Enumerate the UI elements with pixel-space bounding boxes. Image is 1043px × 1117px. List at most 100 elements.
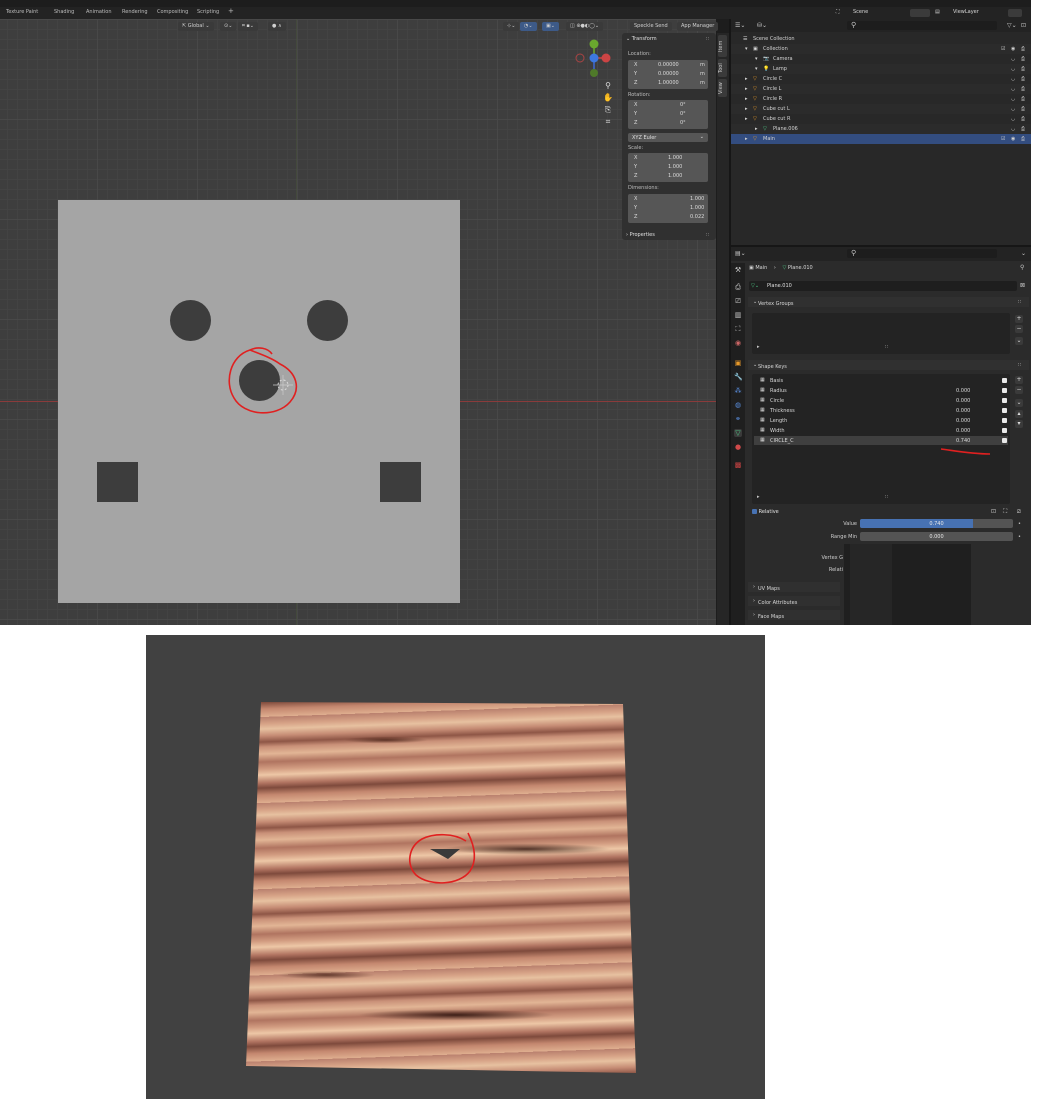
scale-x-row[interactable]: X 1.000 — [628, 154, 708, 163]
viewport-gizmo-toggle[interactable]: ⊹⌄ — [503, 22, 520, 31]
edit-mode-icon[interactable]: ⊡ — [991, 508, 996, 515]
visibility-toggles[interactable]: ◡ ⎙ — [1011, 86, 1027, 92]
outliner-row[interactable]: ▸ ▽ Cube cut R ◡ ⎙ — [731, 114, 1031, 124]
workspace-tab[interactable]: Compositing — [157, 9, 188, 15]
visibility-toggles[interactable]: ◡ ⎙ — [1011, 106, 1027, 112]
location-z-row[interactable]: Z 1.00000 m — [628, 79, 708, 88]
expand-toggle-icon[interactable]: ▸ — [745, 86, 748, 92]
square-hole-right[interactable] — [380, 462, 421, 502]
add-shape-key-button[interactable]: + — [1015, 376, 1023, 384]
outliner-row[interactable]: ▸ ▽ Circle R ◡ ⎙ — [731, 94, 1031, 104]
pivot-dropdown[interactable]: ⊙⌄ — [220, 22, 237, 31]
speckle-send-button[interactable]: Speckle Send — [630, 22, 672, 31]
resize-handle[interactable]: ▸ — [757, 494, 760, 500]
navigation-gizmo[interactable] — [570, 36, 620, 84]
view-layer-tab-icon[interactable]: ▥ — [734, 311, 742, 319]
shape-keys-list[interactable]: ▦ Basis ▦ Radius 0.000 ▦ Circle 0.000 ▦ Thickness… — [752, 374, 1010, 504]
shape-key-mute-checkbox[interactable] — [1002, 388, 1007, 393]
workspace-tab[interactable]: Rendering — [122, 9, 148, 15]
visibility-toggles[interactable]: ◡ ⎙ — [1011, 66, 1027, 72]
add-workspace-button[interactable]: + — [228, 7, 234, 15]
pin-icon[interactable]: ⚲ — [1020, 264, 1024, 271]
shape-key-mute-checkbox[interactable] — [1002, 418, 1007, 423]
object-tab-icon[interactable]: ▣ — [734, 359, 742, 367]
visibility-toggles[interactable]: ◡ ⎙ — [1011, 76, 1027, 82]
list-grip-icon[interactable]: ∷ — [885, 494, 888, 500]
particles-tab-icon[interactable]: ⁂ — [734, 387, 742, 395]
visibility-toggles[interactable]: ◡ ⎙ — [1011, 126, 1027, 132]
outliner-row[interactable]: ☰ Scene Collection — [731, 34, 1031, 44]
scene-name[interactable]: Scene — [853, 9, 868, 15]
visibility-toggles[interactable]: ◡ ⎙ — [1011, 96, 1027, 102]
breadcrumb-mesh[interactable]: Plane.010 — [788, 265, 813, 271]
shape-key-specials-button[interactable]: ⌄ — [1015, 399, 1023, 407]
properties-search-input[interactable]: ⚲ — [847, 249, 997, 258]
outliner-row[interactable]: ▸ ▽ Main ☑ ◉ ⎙ — [731, 134, 1031, 144]
shape-key-row[interactable]: ▦ Length 0.000 — [754, 416, 1008, 425]
shape-key-row[interactable]: ▦ Circle 0.000 — [754, 396, 1008, 405]
shading-modes[interactable]: ◫ ⊕●◐◯⌄ — [566, 22, 604, 31]
keyframe-dot-icon[interactable]: • — [1018, 534, 1021, 540]
overlay-toggle[interactable]: ◔⌄ — [520, 22, 537, 31]
properties-panel-header[interactable]: › Properties — [626, 232, 655, 238]
rotation-z-row[interactable]: Z 0° — [628, 119, 708, 128]
outliner-row[interactable]: ▾ 💡 Lamp ◡ ⎙ — [731, 64, 1031, 74]
scale-fields[interactable]: X 1.000 Y 1.000 Z 1.000 — [628, 153, 708, 182]
app-manager-button[interactable]: App Manager — [677, 22, 719, 31]
shape-key-row[interactable]: ▦ CIRCLE_C 0.740 — [754, 436, 1008, 445]
area-divider[interactable] — [731, 245, 1031, 247]
remove-vertex-group-button[interactable]: − — [1015, 325, 1023, 333]
location-x-row[interactable]: X 0.00000 m — [628, 61, 708, 70]
mesh-datablock-field[interactable]: ▽⌄ Plane.010 — [749, 281, 1017, 291]
shape-key-value[interactable]: 0.000 — [956, 428, 970, 434]
workspace-tab[interactable]: Shading — [54, 9, 74, 15]
rotation-mode-dropdown[interactable]: XYZ Euler ⌄ — [628, 133, 708, 142]
workspace-tab[interactable]: Scripting — [197, 9, 219, 15]
tab-tool[interactable]: Tool — [718, 59, 727, 77]
editor-type-icon[interactable]: ☰⌄ — [735, 22, 745, 29]
transform-panel-header[interactable]: ⌄ Transform — [626, 36, 657, 42]
remove-shape-key-button[interactable]: − — [1015, 386, 1023, 394]
vertex-groups-header[interactable]: ⌄ Vertex Groups ∷ — [748, 297, 1029, 307]
chevron-down-icon[interactable]: ⌄ — [1021, 250, 1026, 257]
ortho-grid-icon[interactable]: ⌗ — [602, 116, 614, 128]
area-divider[interactable] — [729, 19, 731, 625]
constraints-tab-icon[interactable]: ⚭ — [734, 415, 742, 423]
fake-user-icon[interactable]: ⊠ — [1020, 282, 1025, 289]
proportional-edit-button[interactable]: ● ∧ — [268, 22, 286, 31]
square-hole-left[interactable] — [97, 462, 138, 502]
tab-item[interactable]: Item — [718, 35, 727, 57]
shape-key-value[interactable]: 0.000 — [956, 388, 970, 394]
scale-z-row[interactable]: Z 1.000 — [628, 172, 708, 181]
shape-key-mute-checkbox[interactable] — [1002, 408, 1007, 413]
editor-type-icon[interactable]: ▤⌄ — [735, 250, 746, 257]
rotation-fields[interactable]: X 0° Y 0° Z 0° — [628, 100, 708, 129]
shape-edit-icon[interactable]: ⧄ — [1017, 508, 1021, 516]
outliner-row[interactable]: ▸ ▽ Cube cut L ◡ ⎙ — [731, 104, 1031, 114]
location-y-row[interactable]: Y 0.00000 m — [628, 70, 708, 79]
resize-handle[interactable]: ▸ — [757, 344, 760, 350]
output-tab-icon[interactable]: ⎚ — [734, 297, 742, 305]
expand-toggle-icon[interactable]: ▸ — [745, 136, 748, 142]
view-layer-name[interactable]: ViewLayer — [953, 9, 979, 15]
physics-tab-icon[interactable]: ◍ — [734, 401, 742, 409]
location-fields[interactable]: X 0.00000 m Y 0.00000 m Z 1.00000 m — [628, 60, 708, 89]
shape-key-value[interactable]: 0.000 — [956, 408, 970, 414]
outliner-row[interactable]: ▸ ▽ Circle C ◡ ⎙ — [731, 74, 1031, 84]
shape-keys-header[interactable]: ⌄ Shape Keys ∷ — [748, 360, 1029, 370]
workspace-tab[interactable]: Animation — [86, 9, 112, 15]
rotation-x-row[interactable]: X 0° — [628, 101, 708, 110]
expand-toggle-icon[interactable]: ▸ — [745, 116, 748, 122]
range-min-field[interactable]: 0.000 — [860, 532, 1013, 541]
expand-toggle-icon[interactable]: ▸ — [745, 96, 748, 102]
vertex-groups-list[interactable]: ▸ ∷ — [752, 313, 1010, 354]
list-grip-icon[interactable]: ∷ — [885, 344, 888, 350]
shape-key-mute-checkbox[interactable] — [1002, 428, 1007, 433]
view-layer-browse-button[interactable] — [1008, 9, 1022, 17]
snap-dropdown[interactable]: ⌗ ▪⌄ — [238, 22, 258, 31]
data-tab-icon[interactable]: ▽ — [734, 429, 742, 437]
visibility-toggles[interactable]: ◡ ⎙ — [1011, 56, 1027, 62]
new-collection-icon[interactable]: ⊡ — [1021, 22, 1026, 29]
circle-hole-right[interactable] — [307, 300, 348, 341]
circle-hole-left[interactable] — [170, 300, 211, 341]
